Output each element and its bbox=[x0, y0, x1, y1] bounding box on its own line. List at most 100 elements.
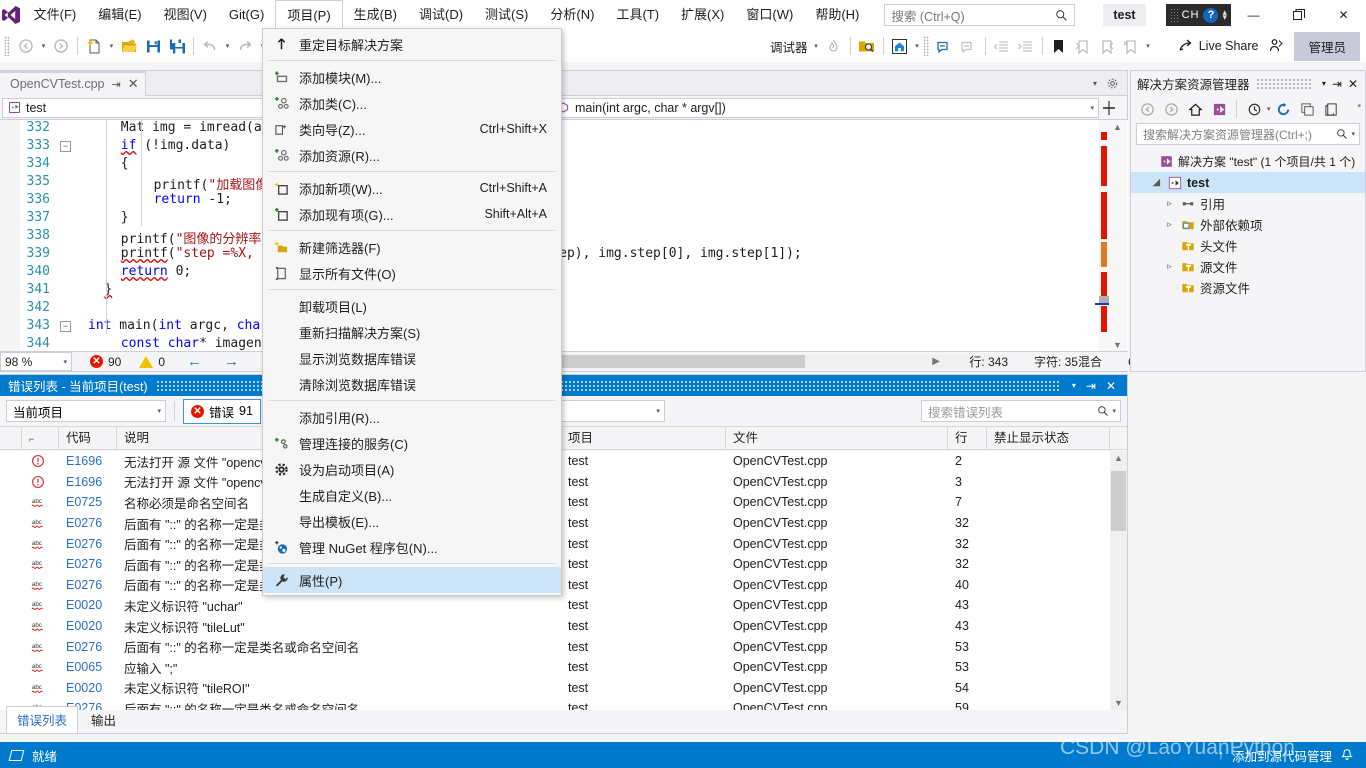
close-icon[interactable]: ✕ bbox=[1101, 379, 1121, 393]
comment-selection-icon[interactable] bbox=[933, 34, 957, 58]
table-row[interactable]: abc E0020 未定义标识符 "tileLut" test OpenCVTest.c… bbox=[0, 616, 1127, 637]
table-row[interactable]: abcE0276后面有 "::" 的名称一定是类名或命名空间名testOpenC… bbox=[0, 575, 1127, 596]
code-line[interactable]: 334 { bbox=[0, 156, 1128, 174]
menu-item-2[interactable]: 视图(V) bbox=[153, 0, 218, 30]
solution-tree-node-3[interactable]: 头文件 bbox=[1131, 235, 1365, 256]
code-editor[interactable]: 332 Mat img = imread(argv[1]); 333− if (!im… bbox=[0, 120, 1128, 352]
debugger-combo-label[interactable]: 调试器 bbox=[767, 37, 811, 56]
document-tab-opencvtest[interactable]: OpenCVTest.cpp ⇥ ✕ bbox=[0, 70, 146, 96]
panel-tab-strip[interactable]: 错误列表 输出 bbox=[0, 706, 1127, 733]
code-line[interactable]: 337} bbox=[0, 210, 1128, 228]
table-row[interactable]: abcE0276后面有 "::" 的名称一定是类名或命名空间名testOpenC… bbox=[0, 513, 1127, 534]
pending-changes-dropdown-icon[interactable]: ▾ bbox=[1267, 105, 1271, 113]
up-arrow-icon[interactable]: ↑ bbox=[1218, 748, 1224, 762]
table-row[interactable]: abcE0276后面有 "::" 的名称一定是类名或命名空间名testOpenC… bbox=[0, 554, 1127, 575]
search-icon[interactable] bbox=[1097, 405, 1109, 417]
code-line[interactable]: 342 bbox=[0, 300, 1128, 318]
menu-option-7[interactable]: 新建筛选器(F) bbox=[263, 234, 561, 260]
scroll-up-icon[interactable]: ▲ bbox=[1113, 122, 1122, 132]
error-column-icon[interactable] bbox=[0, 426, 22, 450]
zoom-level-combo[interactable]: 98 % ▾ bbox=[0, 352, 72, 371]
table-row[interactable]: abcE0276后面有 "::" 的名称一定是类名或命名空间名testOpenC… bbox=[0, 698, 1127, 710]
redo-icon[interactable] bbox=[233, 34, 257, 58]
open-file-icon[interactable] bbox=[117, 34, 141, 58]
chevron-down-icon[interactable]: ▾ bbox=[157, 407, 161, 415]
search-icon[interactable] bbox=[1336, 128, 1348, 140]
solution-tree-node-4[interactable]: ▹ 源文件 bbox=[1131, 256, 1365, 277]
menu-option-3[interactable]: 类向导(Z)... Ctrl+Shift+X bbox=[263, 116, 561, 142]
toolbar-overflow-icon[interactable]: ▾ bbox=[1143, 34, 1154, 58]
navigate-backward-dropdown-icon[interactable]: ▾ bbox=[38, 34, 49, 58]
new-project-dropdown-icon[interactable]: ▾ bbox=[106, 34, 117, 58]
menu-option-16[interactable]: 生成自定义(B)... bbox=[263, 482, 561, 508]
live-share-button[interactable]: Live Share bbox=[1178, 38, 1258, 54]
close-icon[interactable]: ✕ bbox=[128, 76, 139, 92]
back-icon[interactable] bbox=[1136, 98, 1158, 120]
chevron-collapsed-icon[interactable]: ▹ bbox=[1163, 198, 1176, 209]
editor-vertical-scrollbar[interactable]: ▲ ▼ bbox=[1109, 120, 1127, 352]
code-line[interactable]: 344 const char* imagename = bbox=[0, 336, 1128, 352]
menu-item-8[interactable]: 分析(N) bbox=[539, 0, 605, 30]
undo-dropdown-icon[interactable]: ▾ bbox=[222, 34, 233, 58]
code-lines[interactable]: 332 Mat img = imread(argv[1]); 333− if (!im… bbox=[0, 120, 1128, 352]
previous-issue-button[interactable]: ← bbox=[187, 353, 202, 370]
solution-tree-node-5[interactable]: 资源文件 bbox=[1131, 277, 1365, 298]
menu-option-12[interactable]: 清除浏览数据库错误 bbox=[263, 371, 561, 397]
table-row[interactable]: abc E0725 名称必须是命名空间名 test OpenCVTest.cpp 7 bbox=[0, 492, 1127, 513]
error-filter-button[interactable]: ✕ 错误 91 bbox=[183, 398, 261, 424]
menu-item-12[interactable]: 帮助(H) bbox=[804, 0, 870, 30]
collapse-all-icon[interactable] bbox=[1297, 98, 1319, 120]
solution-root-node[interactable]: 解决方案 "test" (1 个项目/共 1 个) bbox=[1131, 151, 1365, 172]
menu-option-17[interactable]: 导出模板(E)... bbox=[263, 508, 561, 534]
chevron-down-icon[interactable]: ▾ bbox=[656, 407, 660, 415]
build-filter-combo[interactable]: ▾ bbox=[544, 400, 665, 422]
next-bookmark-icon[interactable] bbox=[1095, 34, 1119, 58]
minimize-button[interactable]: — bbox=[1231, 0, 1276, 30]
panel-tab-1[interactable]: 输出 bbox=[80, 706, 127, 733]
editor-error-count[interactable]: ✕ 90 bbox=[90, 355, 121, 369]
table-row[interactable]: abcE0276后面有 "::" 的名称一定是类名或命名空间名testOpenC… bbox=[0, 636, 1127, 657]
code-line[interactable]: 343−int main(int argc, char* ar bbox=[0, 318, 1128, 336]
refresh-icon[interactable] bbox=[1273, 98, 1295, 120]
gear-icon[interactable] bbox=[1106, 77, 1119, 90]
chevron-down-icon[interactable]: ▾ bbox=[1090, 104, 1094, 112]
menu-option-14[interactable]: 管理连接的服务(C) bbox=[263, 430, 561, 456]
chevron-expanded-icon[interactable]: ◢ bbox=[1150, 177, 1163, 188]
solution-tree-nodes[interactable]: ◢ test ▹ 引用 ▹ 外部依赖项 头文件 ▹ 源文件 资源文件 bbox=[1131, 172, 1365, 298]
menu-option-2[interactable]: 添加类(C)... bbox=[263, 90, 561, 116]
overflow-icon[interactable]: '' bbox=[1358, 103, 1361, 115]
menu-option-13[interactable]: 添加引用(R)... bbox=[263, 404, 561, 430]
error-column-suppression[interactable]: 禁止显示状态 bbox=[987, 426, 1110, 450]
chevron-down-icon[interactable]: ▾ bbox=[1067, 381, 1081, 390]
scroll-up-icon[interactable]: ▲ bbox=[1114, 453, 1123, 463]
menu-option-19[interactable]: 属性(P) bbox=[263, 567, 561, 593]
forward-icon[interactable] bbox=[1160, 98, 1182, 120]
toolbar-grip-handle[interactable] bbox=[4, 36, 10, 56]
code-line[interactable]: 338printf("图像的分辨率为:"); bbox=[0, 228, 1128, 247]
panel-drag-handle[interactable] bbox=[1255, 77, 1313, 90]
table-row[interactable]: abc E0020 未定义标识符 "tileROI" test OpenCVTest.c… bbox=[0, 678, 1127, 699]
error-scope-combo[interactable]: 当前项目 ▾ bbox=[6, 400, 166, 422]
error-grid-header[interactable]: ⌐ 代码 说明 项目 文件 行 禁止显示状态 bbox=[0, 426, 1127, 450]
menu-item-1[interactable]: 编辑(E) bbox=[87, 0, 152, 30]
menu-item-3[interactable]: Git(G) bbox=[218, 0, 275, 30]
undo-icon[interactable] bbox=[198, 34, 222, 58]
scroll-down-icon[interactable]: ▼ bbox=[1113, 340, 1122, 350]
solution-tree-node-1[interactable]: ▹ 引用 bbox=[1131, 193, 1365, 214]
close-icon[interactable]: ✕ bbox=[1345, 77, 1361, 91]
code-line[interactable]: 341} bbox=[0, 282, 1128, 300]
error-column-file[interactable]: 文件 bbox=[726, 426, 948, 450]
table-row[interactable]: E1696 无法打开 源 文件 "opencv2/highgui/highgui.… bbox=[0, 472, 1127, 493]
error-grid-body[interactable]: E1696 无法打开 源 文件 "opencv2/opencv.hpp" test O… bbox=[0, 451, 1127, 710]
error-list-search[interactable]: 搜索错误列表 ▾ bbox=[921, 400, 1121, 422]
chevron-down-icon[interactable]: ▾ bbox=[1319, 79, 1329, 88]
menu-option-15[interactable]: 设为启动项目(A) bbox=[263, 456, 561, 482]
menu-item-4[interactable]: 项目(P) bbox=[275, 0, 343, 31]
clear-bookmarks-icon[interactable] bbox=[1119, 34, 1143, 58]
code-line[interactable]: 340 return 0; bbox=[0, 264, 1128, 282]
properties-icon[interactable] bbox=[1321, 98, 1343, 120]
solution-tree-node-0[interactable]: ◢ test bbox=[1131, 172, 1365, 193]
code-line[interactable]: 335printf("加载图像文件失败"); bbox=[0, 174, 1128, 193]
project-menu-dropdown[interactable]: 重定目标解决方案 添加模块(M)... 添加类(C)... 类向导(Z)... Ctrl… bbox=[262, 28, 562, 596]
menu-option-5[interactable]: 添加新项(W)... Ctrl+Shift+A bbox=[263, 175, 561, 201]
